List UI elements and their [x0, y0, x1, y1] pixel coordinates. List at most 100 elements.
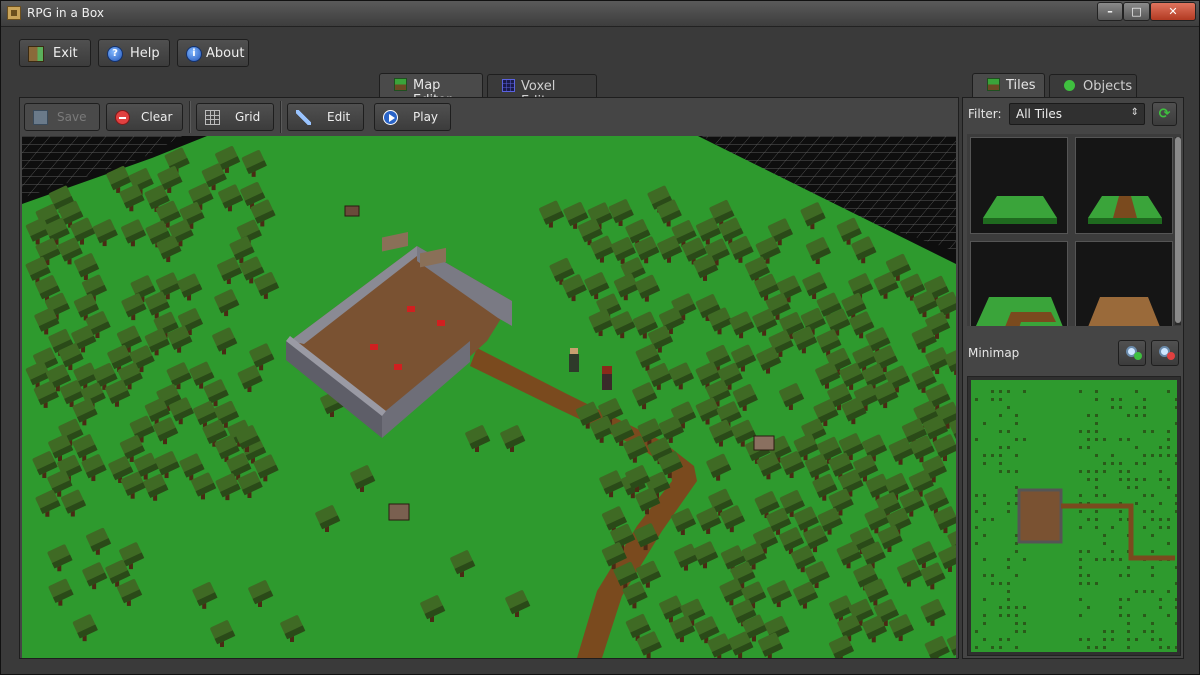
minimap-tree-dot	[999, 606, 1002, 609]
grid-icon	[205, 110, 220, 125]
minimap-zoom-out-button[interactable]	[1151, 340, 1179, 366]
minimap-tree-dot	[1175, 646, 1177, 649]
grass-path-straight-tile[interactable]	[1075, 137, 1173, 234]
edit-mode-button[interactable]: Edit	[287, 103, 364, 131]
minimap-tree-dot	[1111, 630, 1114, 633]
minimap-tree-dot	[1103, 494, 1106, 497]
minimap-tree-dot	[1015, 438, 1018, 441]
grass-tile-preview	[983, 196, 1057, 224]
minimap-tree-dot	[1151, 550, 1154, 553]
minimap-tree-dot	[1007, 590, 1010, 593]
minimap[interactable]	[967, 376, 1181, 656]
minimap-tree-dot	[1007, 430, 1010, 433]
close-button[interactable]: ✕	[1150, 2, 1196, 21]
minimap-tree-dot	[1159, 454, 1162, 457]
minimap-tree-dot	[1087, 430, 1090, 433]
minimap-tree-dot	[1015, 630, 1018, 633]
minimap-tree-dot	[975, 510, 978, 513]
grass-path-corner-tile[interactable]	[970, 241, 1068, 326]
wrench-icon	[296, 110, 311, 125]
minimap-tree-dot	[1095, 646, 1098, 649]
minimap-tree-dot	[1015, 414, 1018, 417]
minimap-tree-dot	[1127, 566, 1130, 569]
minimap-tree-dot	[1135, 462, 1138, 465]
window-title: RPG in a Box	[27, 6, 104, 20]
minimap-tree-dot	[1175, 566, 1177, 569]
minimap-tree-dot	[991, 390, 994, 393]
minimap-tree-dot	[1119, 574, 1122, 577]
exit-label: Exit	[53, 46, 78, 61]
minimap-tree-dot	[1095, 582, 1098, 585]
save-button[interactable]: Save	[24, 103, 100, 131]
minimap-tree-dot	[1143, 526, 1146, 529]
close-icon: ✕	[1168, 5, 1178, 18]
minimap-zoom-in-button[interactable]	[1118, 340, 1146, 366]
minimap-tree-dot	[1087, 574, 1090, 577]
filter-label: Filter:	[968, 107, 1002, 121]
minimap-tree-dot	[975, 438, 978, 441]
app-icon	[7, 6, 21, 20]
help-button[interactable]: ? Help	[98, 39, 170, 67]
minimap-tree-dot	[1119, 558, 1122, 561]
minimap-tree-dot	[1175, 398, 1177, 401]
minimap-tree-dot	[1007, 406, 1010, 409]
maximize-button[interactable]: □	[1123, 2, 1150, 21]
exit-button[interactable]: Exit	[19, 39, 91, 67]
grid-label: Grid	[235, 110, 261, 124]
minimap-tree-dot	[1103, 438, 1106, 441]
minimap-tree-dot	[1087, 478, 1090, 481]
tiles-scrollbar-thumb[interactable]	[1175, 137, 1181, 323]
minimap-tree-dot	[1159, 502, 1162, 505]
minimap-tree-dot	[1119, 510, 1122, 513]
minimap-tree-dot	[1007, 598, 1010, 601]
tiles-scrollbar[interactable]	[1175, 137, 1181, 325]
minimap-tree-dot	[1095, 398, 1098, 401]
minimap-tree-dot	[1103, 558, 1106, 561]
minimap-tree-dot	[1175, 622, 1177, 625]
minimap-tree-dot	[1119, 606, 1122, 609]
clear-button[interactable]: Clear	[106, 103, 183, 131]
refresh-button[interactable]: ⟳	[1152, 102, 1177, 126]
minimap-tree-dot	[975, 494, 978, 497]
grid-toggle-button[interactable]: Grid	[196, 103, 274, 131]
minimap-tree-dot	[1167, 446, 1170, 449]
grass-corner-tile-preview	[975, 297, 1063, 326]
minimap-label: Minimap	[968, 346, 1020, 360]
grass-tile[interactable]	[970, 137, 1068, 234]
minimap-tree-dot	[1111, 406, 1114, 409]
minimize-button[interactable]: –	[1097, 2, 1123, 21]
filter-dropdown[interactable]: All Tiles ⇕	[1009, 103, 1145, 125]
refresh-icon: ⟳	[1158, 106, 1171, 122]
minimap-tree-dot	[991, 518, 994, 521]
minimap-tree-dot	[1151, 590, 1154, 593]
tab-voxel-editor[interactable]: Voxel Editor	[487, 74, 597, 109]
tab-objects[interactable]: Objects	[1049, 74, 1137, 98]
minimap-tree-dot	[1119, 462, 1122, 465]
about-button[interactable]: i About	[177, 39, 249, 67]
minimap-tree-dot	[975, 398, 978, 401]
save-label: Save	[57, 110, 87, 124]
tab-map-editor[interactable]: Map Editor	[379, 73, 483, 108]
title-bar[interactable]: RPG in a Box – □ ✕	[1, 1, 1199, 27]
tab-tiles[interactable]: Tiles	[972, 73, 1045, 97]
map-scene	[22, 136, 956, 658]
minimap-tree-dot	[1151, 574, 1154, 577]
minimap-tree-dot	[983, 422, 986, 425]
minimap-tree-dot	[1007, 606, 1010, 609]
minimap-tree-dot	[983, 494, 986, 497]
minimap-tree-dot	[1023, 558, 1026, 561]
wood-floor-tile[interactable]	[1075, 241, 1173, 326]
minimap-tree-dot	[991, 454, 994, 457]
map-editor-panel: Save Clear Grid Edit Play	[19, 97, 959, 659]
minimap-tree-dot	[1175, 502, 1177, 505]
play-button[interactable]: Play	[374, 103, 451, 131]
minimap-tree-dot	[1127, 470, 1130, 473]
minimap-tree-dot	[1135, 638, 1138, 641]
map-3d-viewport[interactable]	[22, 136, 956, 658]
minimap-tree-dot	[1103, 638, 1106, 641]
minimap-tree-dot	[1143, 462, 1146, 465]
minimap-tree-dot	[1127, 414, 1130, 417]
minimap-tree-dot	[1135, 390, 1138, 393]
minimap-tree-dot	[1135, 486, 1138, 489]
minimap-tree-dot	[1135, 502, 1138, 505]
